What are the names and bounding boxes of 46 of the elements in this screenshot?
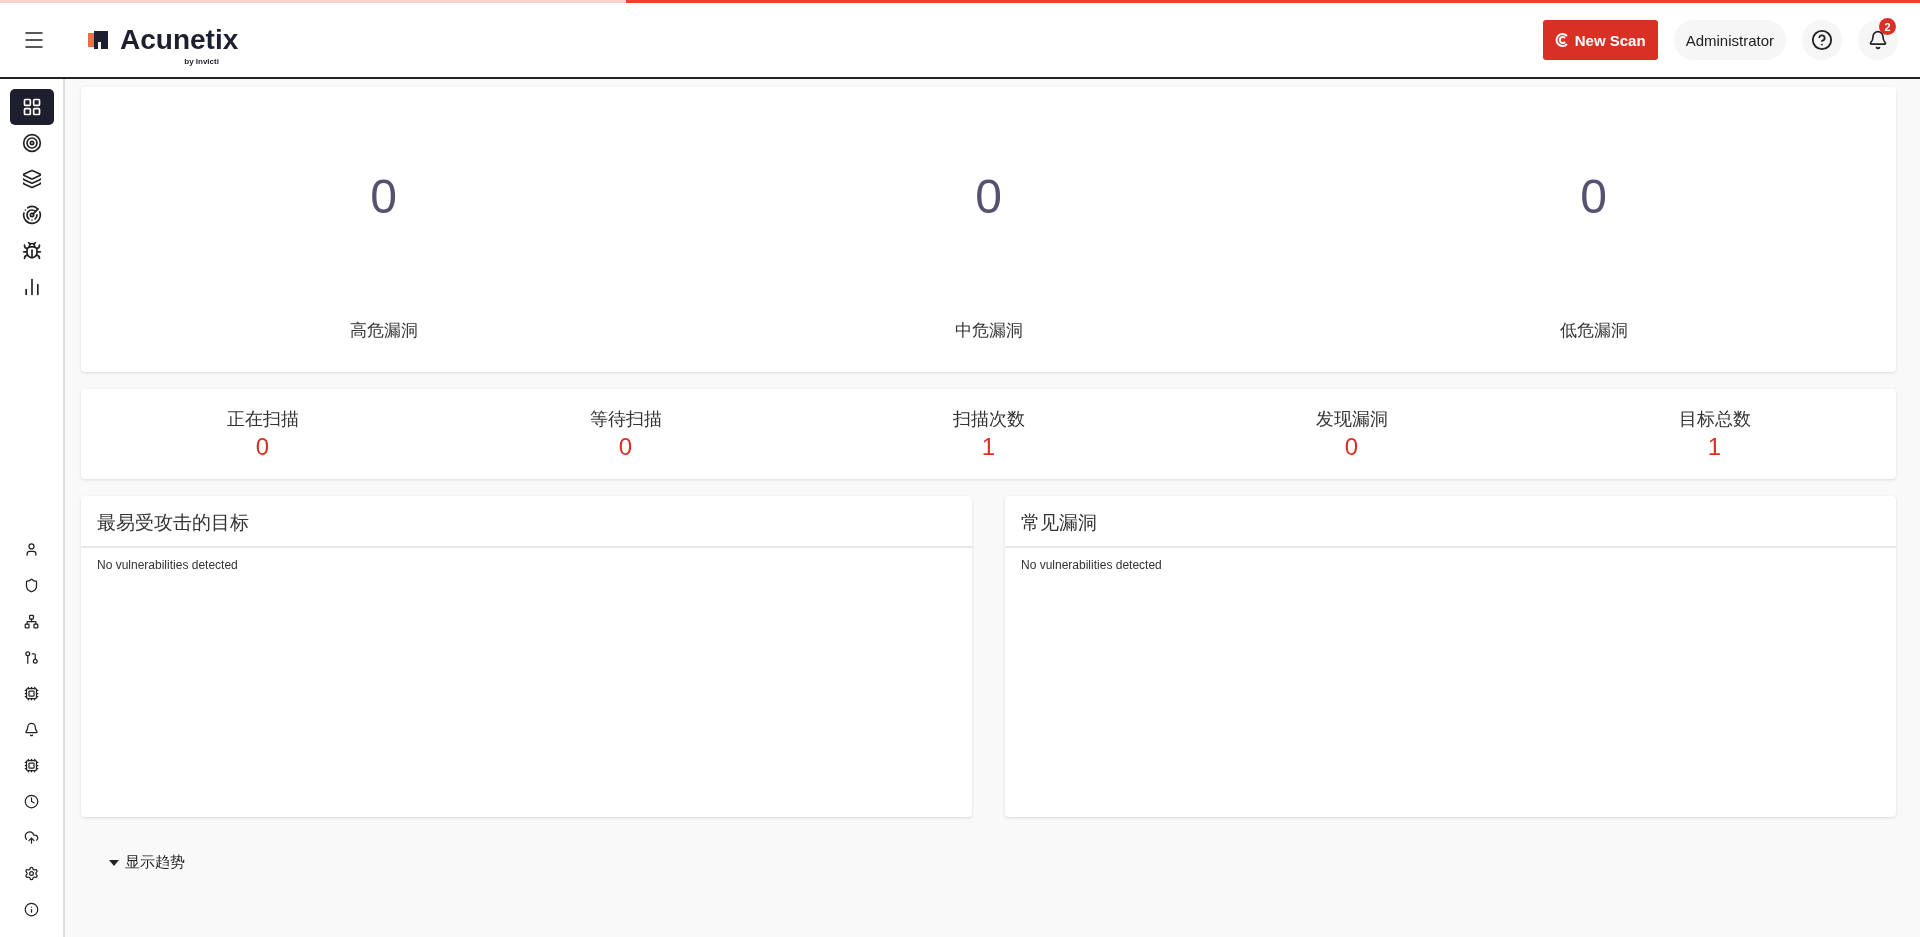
severity-label: 中危漏洞 (954, 320, 1023, 342)
stat-label: 扫描次数 (952, 408, 1025, 431)
vulnerability-count: 0 (370, 169, 397, 224)
empty-message: No vulnerabilities detected (1020, 557, 1163, 574)
stat-value: 0 (1344, 433, 1359, 461)
notification-count: 2 (1879, 18, 1896, 35)
vulnerability-count: 0 (1580, 169, 1607, 224)
severity-label: 低危漏洞 (1559, 320, 1628, 342)
dashboard-icon (21, 97, 42, 117)
stat-label: 发现漏洞 (1315, 408, 1388, 431)
user-icon (24, 541, 39, 557)
clock-icon (24, 793, 39, 809)
severity-label: 高危漏洞 (349, 320, 418, 342)
panel-title: 常见漏洞 (1005, 496, 1896, 548)
logo-text: Acunetix (120, 26, 239, 54)
new-scan-button[interactable]: New Scan (1542, 20, 1658, 60)
stat-label: 等待扫描 (589, 408, 662, 431)
chip-icon (24, 757, 39, 773)
info-icon (24, 901, 39, 917)
settings-icon (24, 865, 39, 881)
stat-value: 1 (981, 433, 996, 461)
chip-icon (24, 685, 39, 701)
help-button[interactable] (1802, 20, 1842, 60)
shield-icon (24, 577, 39, 593)
stat-value: 0 (618, 433, 633, 461)
logo-subtitle: by Invicti (184, 57, 219, 66)
empty-message: No vulnerabilities detected (96, 557, 239, 574)
user-menu-button[interactable]: Administrator (1673, 20, 1786, 60)
notifications-button[interactable]: 2 (1858, 20, 1898, 60)
branch-icon (24, 649, 39, 665)
target-icon (21, 133, 42, 153)
stat-value: 0 (255, 433, 270, 461)
bug-icon (21, 241, 42, 261)
stat-label: 目标总数 (1678, 408, 1751, 431)
cloud-upload-icon (24, 829, 39, 845)
bell-icon (1868, 30, 1888, 50)
sidebar-item[interactable] (9, 89, 54, 125)
help-icon (1811, 29, 1833, 51)
vulnerability-count: 0 (975, 169, 1002, 224)
stat-value: 1 (1707, 433, 1722, 461)
caret-icon (109, 859, 119, 866)
show-trends-toggle[interactable]: 显示趋势 (103, 852, 191, 873)
bell-icon (24, 721, 39, 737)
stat-label: 正在扫描 (226, 408, 299, 431)
panel-title: 最易受攻击的目标 (81, 496, 972, 548)
network-icon (24, 613, 39, 629)
